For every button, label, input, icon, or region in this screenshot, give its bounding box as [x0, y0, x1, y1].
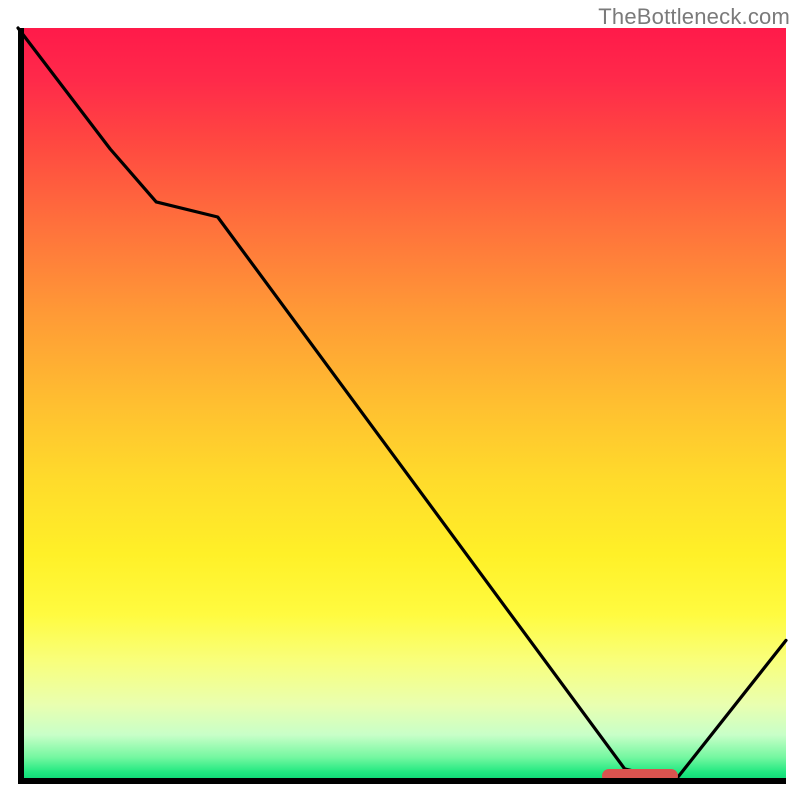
chart [18, 28, 786, 784]
optimal-range-marker [602, 769, 679, 783]
bottleneck-curve-path [18, 28, 786, 776]
plot-area [18, 28, 786, 784]
line-layer [18, 28, 786, 784]
attribution-text: TheBottleneck.com [598, 4, 790, 30]
chart-wrapper: TheBottleneck.com [0, 0, 800, 800]
